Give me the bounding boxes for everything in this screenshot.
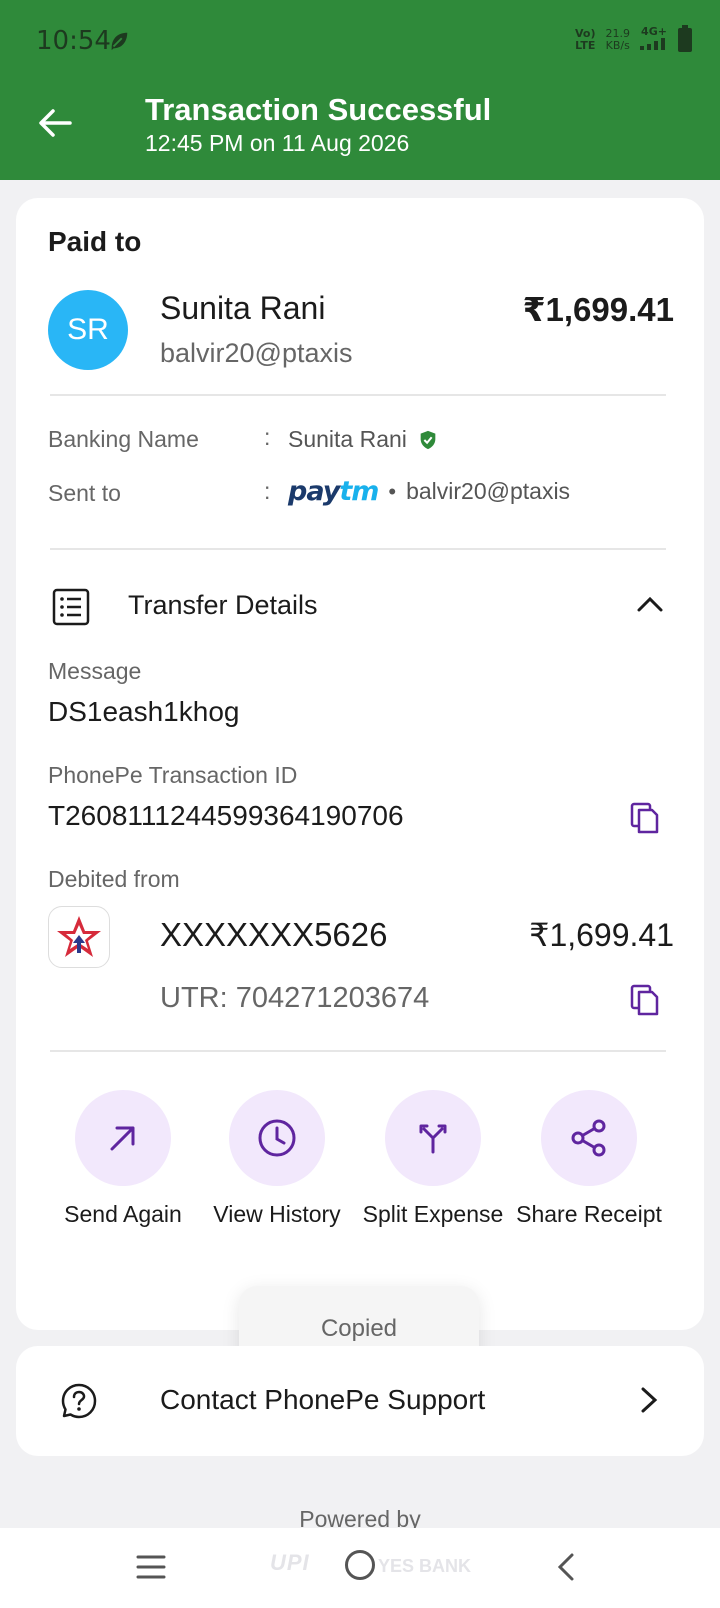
split-icon <box>419 1124 447 1154</box>
network-speed: 21.9 KB/s <box>605 26 631 52</box>
view-history-label: View History <box>213 1201 341 1227</box>
home-circle-icon[interactable] <box>345 1550 375 1580</box>
sent-to-label: Sent to <box>48 480 121 506</box>
sent-to-value: paytm • balvir20@ptaxis <box>288 476 570 507</box>
help-question-icon <box>61 1383 97 1419</box>
page-title: Transaction Successful <box>145 92 492 127</box>
transaction-card: Paid to SR Sunita Rani balvir20@ptaxis ₹… <box>16 198 704 1330</box>
status-icons: Vo) LTE 21.9 KB/s 4G+ <box>575 24 692 53</box>
divider <box>50 1050 666 1052</box>
colon: : <box>264 424 271 450</box>
divider <box>50 548 666 550</box>
txn-id-label: PhonePe Transaction ID <box>48 762 298 788</box>
banking-name-value: Sunita Rani <box>288 426 439 453</box>
separator-dot: • <box>388 478 397 504</box>
message-label: Message <box>48 658 142 684</box>
contact-support-label: Contact PhonePe Support <box>160 1384 486 1415</box>
nav-back-icon[interactable] <box>556 1552 576 1582</box>
share-receipt-label: Share Receipt <box>516 1201 662 1227</box>
colon: : <box>264 478 271 504</box>
system-nav-bar: UPI YES BANK <box>0 1528 720 1608</box>
avatar: SR <box>48 290 128 370</box>
upi-logo: UPI <box>270 1550 310 1575</box>
split-expense-button[interactable]: Split Expense <box>358 1090 508 1230</box>
chevron-up-icon[interactable] <box>636 594 664 614</box>
banking-name-text: Sunita Rani <box>288 426 407 452</box>
paytm-logo: paytm <box>288 476 379 507</box>
message-value: DS1eash1khog <box>48 696 240 727</box>
share-receipt-button[interactable]: Share Receipt <box>514 1090 664 1230</box>
copy-icon[interactable] <box>630 802 660 834</box>
payee-name: Sunita Rani <box>160 290 326 326</box>
verified-shield-icon <box>420 430 436 449</box>
clock-icon <box>258 1119 296 1157</box>
network-indicator: Vo) LTE <box>575 26 596 52</box>
utr-number: UTR: 704271203674 <box>160 982 430 1014</box>
leaf-icon <box>111 32 128 51</box>
menu-icon[interactable] <box>136 1554 166 1580</box>
banking-name-label: Banking Name <box>48 426 199 452</box>
status-time: 10:54 <box>36 26 111 56</box>
copy-icon[interactable] <box>630 984 660 1016</box>
paid-to-label: Paid to <box>48 226 142 257</box>
split-expense-circle[interactable] <box>385 1090 481 1186</box>
paid-amount: ₹1,699.41 <box>522 291 674 328</box>
txn-id-value: T2608111244599364190706 <box>48 800 404 831</box>
contact-support-row[interactable]: Contact PhonePe Support <box>16 1346 704 1456</box>
sent-to-upi: balvir20@ptaxis <box>406 478 571 504</box>
send-again-circle[interactable] <box>75 1090 171 1186</box>
chevron-right-icon <box>641 1387 658 1413</box>
send-again-label: Send Again <box>64 1201 182 1227</box>
send-again-button[interactable]: Send Again <box>48 1090 198 1230</box>
account-number: XXXXXXX5626 <box>160 916 388 953</box>
yes-bank-logo: YES BANK <box>378 1556 472 1576</box>
share-icon <box>571 1119 606 1157</box>
bank-logo <box>48 906 110 968</box>
view-history-circle[interactable] <box>229 1090 325 1186</box>
transfer-details-title[interactable]: Transfer Details <box>128 590 318 621</box>
bank-star-icon <box>57 916 101 957</box>
debited-from-label: Debited from <box>48 866 180 892</box>
battery-icon <box>678 24 692 52</box>
back-arrow-icon[interactable] <box>36 104 74 142</box>
header: 10:54 Vo) LTE 21.9 KB/s 4G+ Transaction Su… <box>0 0 720 180</box>
divider <box>50 394 666 396</box>
split-expense-label: Split Expense <box>362 1201 504 1227</box>
receipt-list-icon <box>52 588 90 626</box>
arrow-up-right-icon <box>110 1126 135 1151</box>
signal-icon: 4G+ <box>640 26 668 53</box>
debited-amount: ₹1,699.41 <box>529 917 674 953</box>
share-receipt-circle[interactable] <box>541 1090 637 1186</box>
transaction-time: 12:45 PM on 11 Aug 2026 <box>145 130 410 156</box>
view-history-button[interactable]: View History <box>202 1090 352 1230</box>
payee-upi-id: balvir20@ptaxis <box>160 338 353 368</box>
